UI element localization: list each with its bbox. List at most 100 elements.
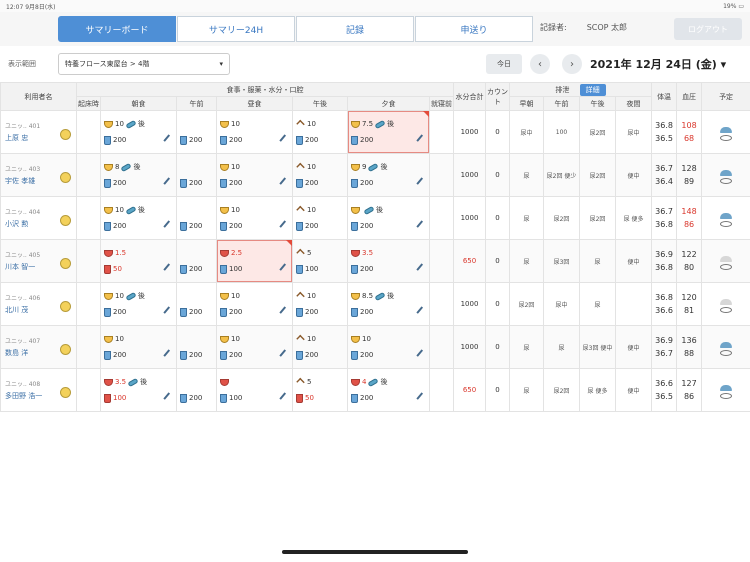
resident-cell[interactable]: ユニッ.. 401 上原 忠: [0, 110, 77, 154]
excretion-night[interactable]: 便中: [615, 153, 653, 197]
dinner-cell[interactable]: 7.5 後 200: [347, 110, 430, 154]
temp-cell[interactable]: 36.8 36.5: [651, 110, 678, 154]
wakeup-cell[interactable]: [76, 196, 101, 240]
lunch-cell[interactable]: 100: [216, 368, 293, 412]
breakfast-cell[interactable]: 1.5 50: [100, 239, 177, 283]
excretion-am[interactable]: 尿2回: [543, 196, 581, 240]
resident-cell[interactable]: ユニッ.. 405 川本 智一: [0, 239, 77, 283]
pm-cell[interactable]: 5 50: [292, 368, 348, 412]
temp-cell[interactable]: 36.7 36.4: [651, 153, 678, 197]
tab-records[interactable]: 記録: [296, 16, 414, 42]
plan-cell[interactable]: [701, 196, 750, 240]
resident-cell[interactable]: ユニッ.. 404 小沢 勲: [0, 196, 77, 240]
bedtime-cell[interactable]: [428, 110, 455, 154]
temp-cell[interactable]: 36.9 36.7: [651, 325, 678, 369]
excretion-early[interactable]: 尿: [509, 368, 545, 412]
bp-cell[interactable]: 120 81: [676, 282, 703, 326]
prev-day-button[interactable]: ‹: [530, 54, 550, 74]
excretion-early[interactable]: 尿中: [509, 110, 545, 154]
bp-cell[interactable]: 122 80: [676, 239, 703, 283]
bedtime-cell[interactable]: [428, 153, 455, 197]
am-cell[interactable]: 200: [176, 196, 217, 240]
pm-cell[interactable]: 10 200: [292, 325, 348, 369]
breakfast-cell[interactable]: 10 後 200: [100, 282, 177, 326]
excretion-pm[interactable]: 尿2回: [579, 110, 617, 154]
range-select[interactable]: 特養フロース東屋台 > 4階 ▾: [58, 53, 230, 75]
plan-cell[interactable]: [701, 239, 750, 283]
dinner-cell[interactable]: 後 200: [347, 196, 430, 240]
am-cell[interactable]: 200: [176, 110, 217, 154]
bp-cell[interactable]: 108 68: [676, 110, 703, 154]
plan-cell[interactable]: [701, 325, 750, 369]
excretion-early[interactable]: 尿: [509, 153, 545, 197]
temp-cell[interactable]: 36.7 36.8: [651, 196, 678, 240]
excretion-night[interactable]: 便中: [615, 325, 653, 369]
plan-cell[interactable]: [701, 110, 750, 154]
excretion-pm[interactable]: 尿2回: [579, 196, 617, 240]
excretion-am[interactable]: 尿3回: [543, 239, 581, 283]
excretion-am[interactable]: 尿中: [543, 282, 581, 326]
wakeup-cell[interactable]: [76, 325, 101, 369]
am-cell[interactable]: 200: [176, 325, 217, 369]
bedtime-cell[interactable]: [428, 325, 455, 369]
breakfast-cell[interactable]: 10 後 200: [100, 196, 177, 240]
bp-cell[interactable]: 136 88: [676, 325, 703, 369]
am-cell[interactable]: 200: [176, 153, 217, 197]
table-row[interactable]: ユニッ.. 407 数島 洋 10 200 200 10 200 10 200 …: [0, 325, 750, 369]
excretion-pm[interactable]: 尿: [579, 282, 617, 326]
am-cell[interactable]: 200: [176, 368, 217, 412]
excretion-night[interactable]: 尿中: [615, 110, 653, 154]
dinner-cell[interactable]: 9 後 200: [347, 153, 430, 197]
wakeup-cell[interactable]: [76, 110, 101, 154]
lunch-cell[interactable]: 2.5 100: [216, 239, 293, 283]
temp-cell[interactable]: 36.9 36.8: [651, 239, 678, 283]
resident-cell[interactable]: ユニッ.. 406 北川 茂: [0, 282, 77, 326]
am-cell[interactable]: 200: [176, 239, 217, 283]
plan-cell[interactable]: [701, 153, 750, 197]
wakeup-cell[interactable]: [76, 282, 101, 326]
logout-button[interactable]: ログアウト: [674, 18, 742, 40]
next-day-button[interactable]: ›: [562, 54, 582, 74]
table-row[interactable]: ユニッ.. 401 上原 忠 10 後 200 200 10 200 10 20…: [0, 110, 750, 154]
excretion-pm[interactable]: 尿2回: [579, 153, 617, 197]
breakfast-cell[interactable]: 10 200: [100, 325, 177, 369]
excretion-am[interactable]: 尿2回 便少: [543, 153, 581, 197]
excretion-am[interactable]: 尿2回: [543, 368, 581, 412]
temp-cell[interactable]: 36.8 36.6: [651, 282, 678, 326]
excretion-pm[interactable]: 尿: [579, 239, 617, 283]
date-display[interactable]: 2021年 12月 24日 (金) ▾: [590, 56, 726, 72]
wakeup-cell[interactable]: [76, 239, 101, 283]
table-row[interactable]: ユニッ.. 404 小沢 勲 10 後 200 200 10 200 10 20…: [0, 196, 750, 240]
tab-summary-board[interactable]: サマリーボード: [58, 16, 176, 42]
excretion-pm[interactable]: 尿 便多: [579, 368, 617, 412]
bp-cell[interactable]: 127 86: [676, 368, 703, 412]
tab-handover[interactable]: 申送り: [415, 16, 533, 42]
excretion-night[interactable]: 尿 便多: [615, 196, 653, 240]
tab-summary-24h[interactable]: サマリー24H: [177, 16, 295, 42]
excretion-early[interactable]: 尿2回: [509, 282, 545, 326]
resident-cell[interactable]: ユニッ.. 403 宇佐 孝雄: [0, 153, 77, 197]
breakfast-cell[interactable]: 8 後 200: [100, 153, 177, 197]
excretion-am[interactable]: 100: [543, 110, 581, 154]
excretion-early[interactable]: 尿: [509, 196, 545, 240]
pm-cell[interactable]: 10 200: [292, 110, 348, 154]
dinner-cell[interactable]: 10 200: [347, 325, 430, 369]
excretion-night[interactable]: [615, 282, 653, 326]
breakfast-cell[interactable]: 3.5 後 100: [100, 368, 177, 412]
pm-cell[interactable]: 10 200: [292, 196, 348, 240]
resident-cell[interactable]: ユニッ.. 408 多田野 浩一: [0, 368, 77, 412]
table-row[interactable]: ユニッ.. 408 多田野 浩一 3.5 後 100 200 100 5 50 …: [0, 368, 750, 412]
bp-cell[interactable]: 128 89: [676, 153, 703, 197]
dinner-cell[interactable]: 4 後 200: [347, 368, 430, 412]
resident-cell[interactable]: ユニッ.. 407 数島 洋: [0, 325, 77, 369]
excretion-night[interactable]: 便中: [615, 368, 653, 412]
excretion-night[interactable]: 便中: [615, 239, 653, 283]
pm-cell[interactable]: 10 200: [292, 153, 348, 197]
breakfast-cell[interactable]: 10 後 200: [100, 110, 177, 154]
pm-cell[interactable]: 10 200: [292, 282, 348, 326]
wakeup-cell[interactable]: [76, 368, 101, 412]
lunch-cell[interactable]: 10 200: [216, 282, 293, 326]
excretion-pm[interactable]: 尿3回 便中: [579, 325, 617, 369]
excretion-early[interactable]: 尿: [509, 239, 545, 283]
lunch-cell[interactable]: 10 200: [216, 110, 293, 154]
